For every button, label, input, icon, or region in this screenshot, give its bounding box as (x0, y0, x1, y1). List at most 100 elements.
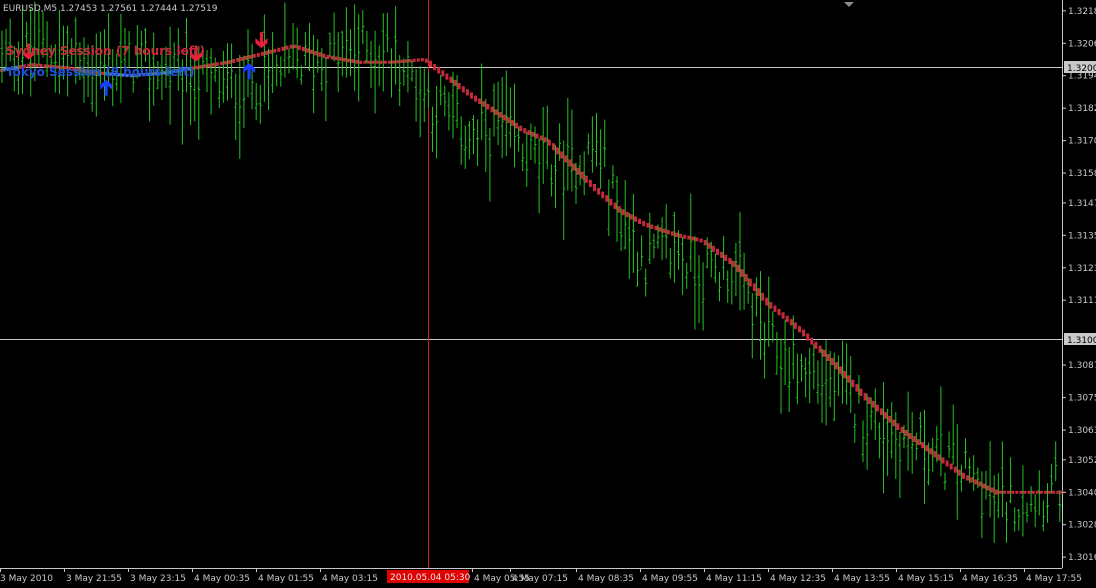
ma-segment (506, 117, 510, 124)
price-bar (488, 128, 492, 202)
price-bar (439, 74, 443, 106)
ma-segment (269, 49, 273, 54)
price-bar (336, 31, 340, 93)
price-bar (861, 420, 865, 462)
ma-segment (441, 70, 445, 77)
price-bar (431, 106, 434, 152)
ma-segment (547, 139, 551, 146)
price-bar (443, 85, 447, 117)
ma-segment (871, 400, 875, 408)
price-bar (1029, 486, 1033, 513)
price-bar (787, 347, 791, 412)
price-bar (910, 412, 914, 474)
price-bar (1017, 508, 1021, 531)
price-label: 1.3052 (1068, 456, 1096, 466)
ma-segment (642, 220, 646, 227)
ma-segment (277, 47, 281, 52)
ma-segment (449, 76, 453, 83)
price-bar (381, 13, 385, 92)
ma-segment (424, 58, 428, 63)
ma-segment (318, 52, 322, 57)
price-bar (988, 441, 992, 518)
ma-segment (789, 319, 793, 326)
price-bar (467, 121, 471, 160)
ma-segment (793, 322, 797, 329)
ma-segment (515, 122, 519, 129)
price-bar (238, 55, 242, 159)
ma-segment (933, 451, 937, 458)
ma-segment (260, 51, 264, 56)
price-label: 1.3158 (1068, 169, 1096, 179)
ma-segment (814, 341, 818, 349)
price-bar (836, 355, 840, 396)
price-bar (213, 57, 217, 82)
ma-segment (199, 65, 203, 69)
ma-segment (224, 60, 227, 65)
price-bar (627, 213, 631, 279)
ma-segment (691, 236, 695, 241)
ma-segment (695, 237, 699, 242)
ma-segment (929, 448, 933, 455)
price-bar (648, 212, 652, 265)
ma-segment (707, 242, 711, 249)
ma-segment (752, 283, 756, 292)
price-bar (189, 48, 193, 126)
time-label: 4 May 13:55 (834, 574, 890, 584)
ma-segment (810, 337, 814, 345)
buy-arrow-icon (100, 79, 113, 96)
svg-text:1.3200: 1.3200 (1067, 64, 1096, 74)
ma-segment (773, 305, 777, 312)
ma-segment (584, 175, 588, 183)
price-bar (406, 41, 410, 93)
ma-segment (568, 159, 572, 167)
price-bar (410, 60, 414, 82)
ma-segment (457, 83, 461, 90)
ma-segment (916, 439, 920, 446)
ma-segment (461, 86, 465, 93)
ma-segment (699, 238, 703, 243)
ma-segment (859, 388, 863, 396)
ma-segment (322, 53, 326, 59)
ma-segment (215, 62, 219, 66)
ma-segment (1044, 490, 1047, 494)
price-bar (349, 29, 352, 76)
price-bar (332, 12, 336, 62)
ma-segment (945, 460, 949, 467)
price-bar (611, 165, 615, 189)
ma-segment (375, 60, 379, 64)
price-bar (295, 27, 299, 79)
chart-shift-marker-icon[interactable] (844, 2, 854, 7)
ma-segment (465, 89, 469, 96)
price-chart[interactable]: EURUSD,M5 1.27453 1.27561 1.27444 1.2751… (0, 0, 1096, 588)
svg-text:1.3100: 1.3100 (1067, 336, 1096, 346)
ma-segment (855, 384, 859, 392)
ma-segment (334, 56, 338, 61)
price-bar (357, 14, 361, 102)
price-bar (873, 388, 877, 440)
price-bar (344, 7, 348, 78)
chart-canvas[interactable]: EURUSD,M5 1.27453 1.27561 1.27444 1.2751… (0, 0, 1096, 588)
ma-segment (597, 187, 601, 195)
price-bar (947, 431, 951, 458)
price-bar (287, 48, 291, 74)
ma-segment (880, 408, 883, 416)
ma-segment (379, 60, 383, 64)
price-bar (672, 211, 676, 283)
ma-segment (900, 426, 904, 433)
ma-segment (679, 233, 683, 238)
ma-segment (351, 59, 355, 63)
ma-segment (802, 329, 806, 337)
price-bar (525, 132, 529, 187)
ma-segment (1052, 490, 1056, 494)
price-bar (529, 123, 533, 160)
ma-segment (429, 60, 432, 67)
price-bar (566, 97, 570, 191)
ma-segment (847, 375, 851, 383)
price-bar (865, 393, 869, 470)
ma-segment (412, 58, 416, 62)
price-bar (992, 475, 996, 544)
price-bar (205, 50, 209, 93)
ma-segment (982, 483, 986, 489)
ma-segment (207, 63, 211, 68)
ma-segment (785, 315, 789, 323)
